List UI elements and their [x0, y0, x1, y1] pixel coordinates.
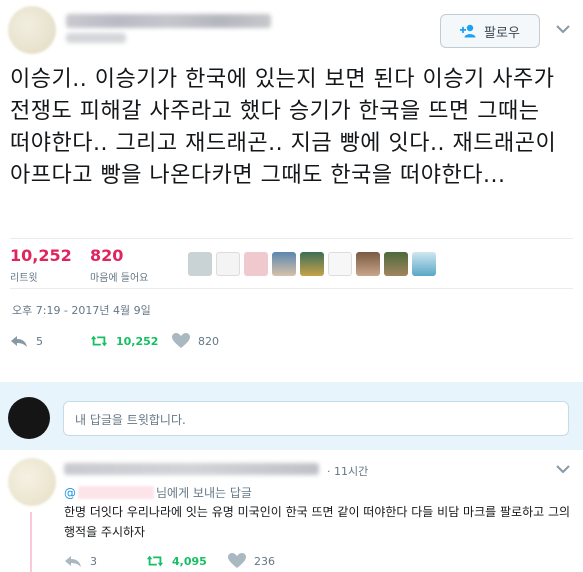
retweet-icon: [146, 555, 164, 567]
reply-author-name-blurred[interactable]: [64, 463, 319, 475]
likes-label: 마음에 들어요: [90, 273, 149, 284]
reply-action[interactable]: 3: [64, 553, 97, 569]
retweets-stat[interactable]: 10,252 리트윗: [10, 246, 72, 284]
reply-icon: [65, 556, 81, 567]
reply-composer: 내 답글을 트윗합니다.: [0, 382, 583, 450]
divider: [10, 238, 573, 239]
retweet-count: 10,252: [116, 334, 159, 348]
retweets-count: 10,252: [10, 246, 72, 265]
liker-avatar[interactable]: [356, 252, 380, 276]
replying-suffix: 님에게 보내는 답글: [156, 486, 252, 500]
like-action[interactable]: 820: [172, 333, 219, 349]
retweet-count: 4,095: [172, 554, 207, 568]
liker-avatar[interactable]: [412, 252, 436, 276]
heart-icon: [172, 333, 190, 348]
retweets-label: 리트윗: [10, 273, 38, 284]
retweet-icon: [90, 335, 108, 347]
tweet-actions: 5 10,252 820: [10, 333, 310, 353]
replying-at: @: [64, 485, 76, 500]
reply-count: 5: [36, 334, 43, 348]
liker-avatars: [188, 252, 436, 276]
follow-button[interactable]: 팔로우: [440, 14, 540, 48]
chevron-down-icon[interactable]: [556, 24, 570, 34]
heart-icon: [228, 553, 246, 568]
reply-author-avatar[interactable]: [8, 458, 56, 506]
liker-avatar[interactable]: [300, 252, 324, 276]
tweet-text: 이승기.. 이승기가 한국에 있는지 보면 된다 이승기 사주가 전쟁도 피해갈…: [10, 67, 557, 188]
reply-tweet-actions: 3 4,095 236: [64, 553, 364, 572]
tweet-timestamp[interactable]: 오후 7:19 - 2017년 4월 9일: [12, 302, 151, 318]
retweet-action[interactable]: 10,252: [90, 333, 158, 349]
replying-to: @ 님에게 보내는 답글: [64, 484, 252, 501]
like-count: 820: [198, 334, 219, 348]
reply-icon: [11, 336, 27, 347]
chevron-down-icon[interactable]: [556, 464, 570, 474]
likes-stat[interactable]: 820 마음에 들어요: [90, 246, 148, 284]
liker-avatar[interactable]: [384, 252, 408, 276]
tweet-stats: 10,252 리트윗 820 마음에 들어요: [10, 240, 573, 288]
user-avatar[interactable]: [8, 397, 50, 439]
reply-action[interactable]: 5: [10, 333, 43, 349]
retweet-action[interactable]: 4,095: [146, 553, 207, 569]
liker-avatar[interactable]: [188, 252, 212, 276]
liker-avatar[interactable]: [272, 252, 296, 276]
tweet-header: 팔로우: [0, 0, 583, 70]
reply-time[interactable]: · 11시간: [327, 463, 368, 479]
like-count: 236: [254, 554, 275, 568]
liker-avatar[interactable]: [244, 252, 268, 276]
like-action[interactable]: 236: [228, 553, 275, 569]
likes-count: 820: [90, 246, 124, 265]
author-handle-blurred[interactable]: [66, 33, 126, 43]
add-user-icon: [460, 24, 476, 38]
follow-button-label: 팔로우: [484, 25, 520, 41]
author-avatar[interactable]: [8, 6, 56, 54]
divider: [10, 288, 573, 289]
reply-text: 한명 더잇다 우리나라에 잇는 유명 미국인이 한국 뜨면 같이 떠야한다 다들…: [64, 505, 571, 539]
author-name-blurred[interactable]: [66, 14, 271, 28]
mention-blurred[interactable]: [78, 486, 154, 499]
reply-count: 3: [90, 554, 97, 568]
liker-avatar[interactable]: [216, 252, 240, 276]
reply-input[interactable]: 내 답글을 트윗합니다.: [63, 401, 569, 436]
thread-line: [30, 512, 32, 572]
liker-avatar[interactable]: [328, 252, 352, 276]
